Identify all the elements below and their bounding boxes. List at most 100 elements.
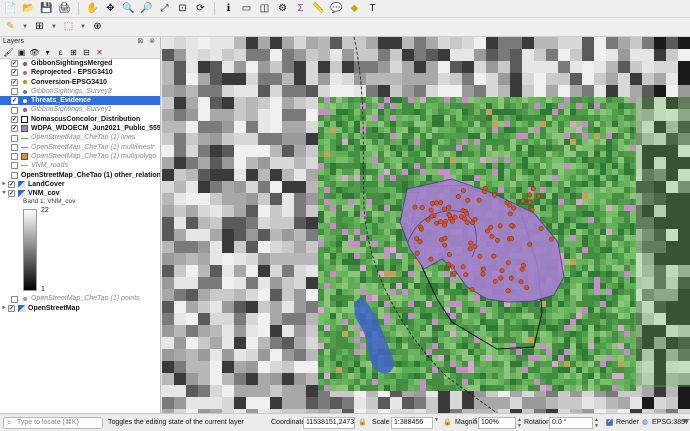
chevron-down-icon[interactable]: ▼ (51, 21, 57, 34)
open-project-icon[interactable]: 📂 (22, 2, 35, 15)
layer-visibility-checkbox[interactable] (11, 134, 18, 142)
add-group-icon[interactable]: ▣ (17, 48, 26, 57)
layer-visibility-checkbox[interactable]: ✓ (8, 304, 15, 312)
stepper-icon[interactable]: ▲ ▼ (516, 417, 523, 429)
filter-expression-icon[interactable]: ε (56, 48, 65, 57)
zoom-full-icon[interactable]: ⤢ (158, 2, 171, 15)
add-layer-icon[interactable]: ⬚ (62, 21, 75, 34)
layer-name: NomascusConcolor_Distribution (31, 115, 141, 123)
select-features-icon[interactable]: ▭ (240, 2, 253, 15)
new-project-icon[interactable]: 📄 (4, 2, 17, 15)
label-icon[interactable]: T (366, 2, 379, 15)
layer-item[interactable]: ✓ NomascusConcolor_Distribution (0, 115, 160, 124)
expand-arrow-icon[interactable]: ▸ (0, 304, 8, 313)
print-layout-icon[interactable]: 🖨 (58, 2, 71, 15)
layer-item[interactable]: ▾ ✓ VNM_cov (0, 189, 160, 198)
rotation-spinbox[interactable]: 0.0 ° (549, 417, 593, 429)
processing-settings-icon[interactable]: ⚙ (276, 2, 289, 15)
chevron-down-icon[interactable]: ▼ (433, 417, 440, 429)
render-label: Render (616, 419, 639, 426)
layer-visibility-checkbox[interactable] (11, 162, 18, 170)
layer-visibility-checkbox[interactable]: ✓ (11, 69, 18, 77)
add-feature-icon[interactable]: ⊕ (91, 21, 104, 34)
map-canvas[interactable] (162, 37, 690, 413)
layer-symbol-icon (23, 108, 27, 113)
layer-name: OpenStreetMap_CheTao (1) multipolygo (31, 152, 157, 160)
layer-visibility-checkbox[interactable]: ✓ (8, 190, 15, 198)
digitizing-toolbar: ✎ ▼ ⊞ ▼ ⬚ ▼ ⊕ (0, 18, 690, 37)
edit-pencil-icon[interactable]: ✎ (4, 21, 17, 34)
layer-visibility-checkbox[interactable]: ✓ (11, 125, 18, 133)
layer-visibility-checkbox[interactable]: ✓ (11, 60, 18, 68)
layers-panel-header: Layers ⊠ ⊗ (0, 37, 160, 47)
pan-icon[interactable]: ✋ (86, 2, 99, 15)
scale-combobox[interactable]: 1:388456 (391, 417, 433, 429)
layer-item[interactable]: ▸ ✓ OpenStreetMap (0, 304, 160, 313)
layer-item[interactable]: GibbonSightings_Survey2 (0, 87, 160, 96)
layer-visibility-checkbox[interactable] (11, 295, 18, 303)
layer-item[interactable]: OpenStreetMap_CheTao (1) multilinestr (0, 143, 160, 152)
scale-lock-icon[interactable]: 🔒 (358, 417, 367, 429)
zoom-layer-icon[interactable]: ⊡ (176, 2, 189, 15)
layer-visibility-checkbox[interactable] (11, 106, 18, 114)
deselect-icon[interactable]: ◫ (258, 2, 271, 15)
chevron-down-icon[interactable]: ▼ (80, 21, 86, 34)
manage-visibility-icon[interactable]: 👁 (29, 48, 39, 57)
layer-item[interactable]: ✓ GibbonSightingsMerged (0, 59, 160, 68)
layer-item[interactable]: OpenStreetMap_CheTao (1) other_relation (0, 171, 160, 180)
statistics-icon[interactable]: Σ (294, 2, 307, 15)
zoom-out-icon[interactable]: 🔎 (140, 2, 153, 15)
messages-icon[interactable]: ⚑ (682, 417, 688, 429)
collapse-arrow-icon[interactable]: ▾ (0, 189, 8, 198)
layer-item[interactable]: ✓ Conversion-EPSG3410 (0, 78, 160, 87)
identify-icon[interactable]: ℹ (222, 2, 235, 15)
panel-controls[interactable]: ⊠ ⊗ (137, 37, 157, 47)
layer-item[interactable]: OpenStreetMap_CheTao (1) lines (0, 133, 160, 142)
annotation-icon[interactable]: ◆ (348, 2, 361, 15)
measure-icon[interactable]: 📏 (312, 2, 325, 15)
layer-item[interactable]: OpenStreetMap_CheTao (1) points (0, 294, 160, 303)
filter-legend-icon[interactable]: ▾ (43, 48, 52, 57)
pan-to-selection-icon[interactable]: ✥ (104, 2, 117, 15)
layer-visibility-checkbox[interactable] (11, 153, 18, 161)
digitize-icon[interactable]: ⊞ (33, 21, 46, 34)
open-layer-styling-icon[interactable]: 🖌 (3, 48, 13, 57)
layer-name: GibbonSightings_Survey2 (31, 87, 112, 95)
map-rendering[interactable] (162, 37, 690, 413)
layer-visibility-checkbox[interactable] (11, 143, 18, 151)
zoom-in-icon[interactable]: 🔍 (122, 2, 135, 15)
refresh-icon[interactable]: ⟳ (194, 2, 207, 15)
collapse-all-icon[interactable]: ⊟ (82, 48, 91, 57)
layer-item[interactable]: ✓ Threats_Evidence (0, 96, 160, 106)
layer-visibility-checkbox[interactable]: ✓ (11, 97, 18, 105)
layer-visibility-checkbox[interactable]: ✓ (11, 115, 18, 123)
magnifier-spinbox[interactable]: 100% (478, 417, 516, 429)
rotation-label: Rotation (524, 419, 551, 426)
render-checkbox[interactable]: ✓ (606, 419, 613, 426)
remove-layer-icon[interactable]: ✕ (95, 48, 104, 57)
layer-visibility-checkbox[interactable] (11, 171, 18, 179)
layer-item[interactable]: ▸ ✓ LandCover (0, 180, 160, 189)
expand-all-icon[interactable]: ⊞ (69, 48, 78, 57)
layer-item[interactable]: ✓ WDPA_WDOECM_Jun2021_Public_555 (0, 124, 160, 133)
layer-item[interactable]: VNM_roads (0, 161, 160, 170)
stepper-icon[interactable]: ▲ ▼ (593, 417, 600, 429)
magnifier-lock-icon[interactable]: 🔒 (443, 417, 452, 429)
layer-item[interactable]: ✓ Reprojected - EPSG3410 (0, 68, 160, 77)
map-tips-icon[interactable]: 💬 (330, 2, 343, 15)
expand-arrow-icon[interactable]: ▸ (0, 180, 8, 189)
save-project-icon[interactable]: 💾 (40, 2, 53, 15)
chevron-down-icon[interactable]: ▼ (22, 21, 28, 34)
layer-item[interactable]: GibbonSightings_Survey1 (0, 105, 160, 114)
layer-symbol-icon (21, 165, 28, 167)
coordinate-field[interactable]: 11538151,2473330 (303, 417, 355, 429)
layer-item[interactable]: OpenStreetMap_CheTao (1) multipolygo (0, 152, 160, 161)
layers-toolbar: 🖌 ▣ 👁 ▾ ε ⊞ ⊟ ✕ (0, 47, 160, 59)
globe-icon[interactable]: ◍ (642, 417, 648, 429)
ramp-max-label: 22 (41, 207, 49, 215)
layer-visibility-checkbox[interactable]: ✓ (11, 78, 18, 86)
layer-visibility-checkbox[interactable] (11, 88, 18, 96)
locator-search-field[interactable]: ⌕ Type to locate (⌘K) (3, 417, 103, 429)
layer-visibility-checkbox[interactable]: ✓ (8, 181, 15, 188)
layer-name: LandCover (28, 180, 65, 188)
